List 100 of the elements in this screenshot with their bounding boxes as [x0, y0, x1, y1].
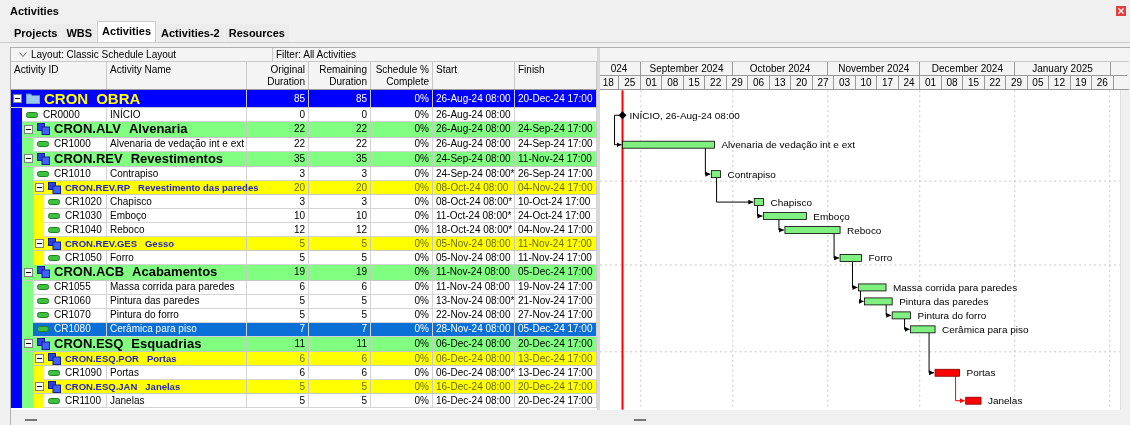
panel-title: Activities [10, 4, 59, 17]
activity-row[interactable]: CR1100 Janelas 5 5 0% 16-Dec-24 08:00 20-Dec-24 17:00 [44, 394, 597, 408]
activity-row[interactable]: CR1040 Reboco 12 12 0% 18-Oct-24 08:00* 04-Nov-24 17:00 [44, 223, 597, 237]
activity-bar[interactable] [864, 297, 893, 306]
activity-bar[interactable] [753, 198, 764, 206]
wbs-name: Portas [146, 352, 177, 365]
collapse-icon[interactable] [24, 339, 33, 349]
bar-label: Pintura do forro [917, 309, 987, 321]
activity-icon [37, 170, 49, 177]
wbs-icon [37, 337, 50, 350]
wbs-code: CRON.ALV [54, 122, 121, 137]
bar-label: Chapisco [770, 196, 812, 208]
activity-row[interactable]: CR1090 Portas 6 6 0% 06-Dec-24 08:00* 13-Dec-24 17:00 [44, 366, 597, 380]
table-cell: 6 [247, 280, 309, 295]
wbs-row[interactable]: CRON.ALV Alvenaria 22 22 0% 26-Aug-24 08:00 24-Sep-24 17:00 [22, 122, 597, 138]
tab[interactable]: WBS [62, 24, 97, 42]
activity-bar[interactable] [711, 170, 721, 179]
activity-id: CR1060 [54, 295, 91, 307]
tab[interactable]: Projects [10, 24, 62, 42]
tab[interactable]: Activities-2 [157, 24, 224, 42]
activity-icon [48, 212, 60, 219]
table-cell: Massa corrida para paredes [107, 280, 247, 295]
activity-bar[interactable] [858, 283, 887, 292]
collapse-icon[interactable] [35, 354, 44, 363]
collapse-icon[interactable] [24, 124, 33, 134]
table-cell: 22 [309, 137, 371, 152]
bar-label: INÍCIO, 26-Aug-24 08:00 [629, 109, 740, 121]
bar-label: Alvenaria de vedação int e ext [721, 139, 855, 151]
activity-bar[interactable] [891, 311, 911, 320]
table-cell: Pintura das paredes [107, 294, 247, 309]
table-cell: 11-Nov-24 08:00 [433, 280, 515, 295]
activity-row[interactable]: CR1010 Contrapiso 3 3 0% 24-Sep-24 08:00* 26-Sep-24 17:00 [33, 167, 597, 181]
activity-icon [37, 298, 49, 304]
wbs-row[interactable]: CRON OBRA 85 85 0% 26-Aug-24 08:00 20-Dec-24 17:00 [11, 90, 597, 108]
activity-bar[interactable] [784, 226, 841, 234]
month-header: October 2024 [733, 62, 829, 75]
wbs-code: CRON.ESQ.POR [65, 352, 139, 365]
column-header[interactable]: Activity Name [107, 62, 247, 89]
column-header[interactable]: Original Duration [247, 62, 309, 89]
milestone-marker[interactable] [618, 111, 627, 120]
collapse-icon[interactable] [35, 183, 44, 192]
activity-icon [48, 198, 60, 205]
month-header: 024 [600, 62, 641, 75]
activity-row[interactable]: CR1030 Emboço 10 10 0% 11-Oct-24 08:00* 24-Oct-24 17:00 [44, 209, 597, 223]
wbs-row[interactable]: CRON.REV.GES Gesso 5 5 0% 05-Nov-24 08:00 11-Nov-24 17:00 [33, 237, 597, 251]
column-header[interactable]: Activity ID [11, 62, 107, 89]
tab[interactable]: Resources [224, 24, 289, 42]
collapse-icon[interactable] [24, 154, 33, 164]
activity-bar[interactable] [622, 140, 715, 149]
week-header: 29 [1006, 76, 1028, 89]
wbs-row[interactable]: CRON.ACB Acabamentos 19 19 0% 11-Nov-24 08:00 05-Dec-24 17:00 [22, 265, 597, 281]
close-button[interactable] [1116, 5, 1126, 16]
dash-icon [25, 419, 37, 421]
close-icon [1118, 7, 1124, 14]
week-header: 17 [877, 76, 899, 89]
activity-row[interactable]: CR1020 Chapisco 3 3 0% 08-Oct-24 08:00* 10-Oct-24 17:00 [44, 195, 597, 209]
column-header[interactable]: Remaining Duration [309, 62, 371, 89]
connector-line [704, 147, 711, 177]
connector-line [885, 304, 892, 318]
table-cell: 13-Nov-24 08:00* [433, 294, 515, 309]
table-cell: 0% [371, 280, 433, 295]
vertical-scrollbar[interactable] [1120, 90, 1129, 410]
layout-dropdown[interactable]: Layout: Classic Schedule Layout [11, 48, 273, 61]
week-header: 12 [1049, 76, 1071, 89]
folder-icon [26, 93, 40, 104]
collapse-icon[interactable] [35, 382, 44, 391]
activity-bar[interactable] [763, 212, 807, 220]
bar-label: Contrapiso [727, 168, 776, 180]
tab[interactable]: Activities [97, 21, 156, 42]
activity-id: CR1030 [65, 209, 102, 222]
activity-id: CR1055 [54, 281, 91, 293]
wbs-row[interactable]: CRON.ESQ.POR Portas 6 6 0% 06-Dec-24 08:00 13-Dec-24 17:00 [33, 352, 597, 366]
activity-bar[interactable] [910, 325, 936, 334]
wbs-code: CRON.ACB [54, 265, 125, 280]
wbs-code: CRON.ESQ.JAN [65, 380, 138, 393]
collapse-icon[interactable] [35, 239, 44, 248]
month-header: January 2025 [1015, 62, 1111, 75]
column-header[interactable]: Start [433, 62, 515, 89]
activity-icon [48, 254, 60, 261]
week-header: 25 [619, 76, 641, 89]
table-cell: 22 [309, 122, 371, 138]
activity-bar[interactable] [934, 368, 960, 377]
indent-band [22, 167, 33, 181]
indent-band [33, 394, 44, 408]
column-header[interactable]: Schedule % Complete [371, 62, 433, 89]
table-cell: 22-Nov-24 08:00 [433, 308, 515, 323]
activity-row[interactable]: CR1050 Forro 5 5 0% 05-Nov-24 08:00 11-Nov-24 17:00 [44, 251, 597, 265]
indent-band [22, 280, 33, 295]
activity-bar[interactable] [839, 254, 862, 262]
wbs-row[interactable]: CRON.ESQ.JAN Janelas 5 5 0% 16-Dec-24 08:00 20-Dec-24 17:00 [33, 380, 597, 394]
connector-line [928, 332, 935, 376]
month-header: September 2024 [640, 62, 734, 75]
indent-band [11, 108, 22, 122]
week-header: 27 [812, 76, 835, 89]
collapse-icon[interactable] [24, 267, 33, 277]
connector-line [904, 318, 911, 332]
collapse-icon[interactable] [13, 94, 22, 103]
activity-row[interactable]: CR0000 INÍCIO 0 0 0% 26-Aug-24 08:00 [22, 108, 597, 122]
table-cell: Janelas [107, 394, 247, 408]
table-cell: 5 [247, 308, 309, 323]
